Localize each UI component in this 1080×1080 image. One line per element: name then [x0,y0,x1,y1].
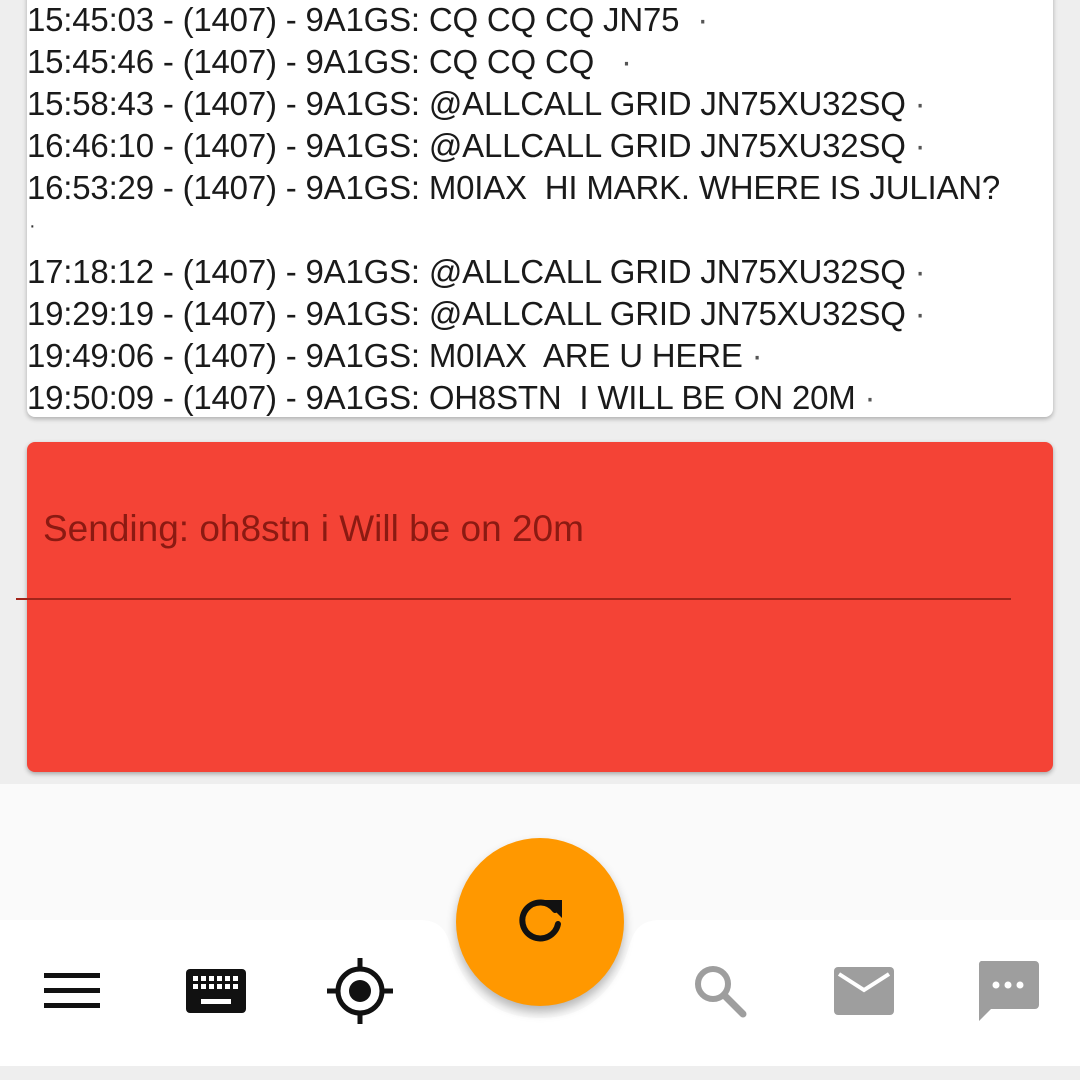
mail-icon [834,966,894,1020]
sending-card[interactable]: Sending: oh8stn i Will be on 20m [27,442,1053,772]
keyboard-button[interactable] [176,953,256,1033]
log-line: 15:45:46 - (1407) - 9A1GS: CQ CQ CQ · [27,43,632,80]
message-log[interactable]: 15:45:03 - (1407) - 9A1GS: CQ CQ CQ JN75… [27,0,1053,417]
app-screen: 15:45:03 - (1407) - 9A1GS: CQ CQ CQ JN75… [0,0,1080,1080]
chat-icon [977,960,1039,1026]
location-button[interactable] [320,953,400,1033]
chat-button[interactable] [968,953,1048,1033]
refresh-fab-button[interactable] [456,838,624,1006]
log-line: 17:18:12 - (1407) - 9A1GS: @ALLCALL GRID… [27,253,926,290]
sending-input-underline [16,598,1011,600]
log-line: 15:58:43 - (1407) - 9A1GS: @ALLCALL GRID… [27,85,926,122]
log-line: 15:45:03 - (1407) - 9A1GS: CQ CQ CQ JN75… [27,1,709,38]
log-line: 16:53:29 - (1407) - 9A1GS: M0IAX HI MARK… [27,169,1001,206]
log-line: 19:49:06 - (1407) - 9A1GS: M0IAX ARE U H… [27,337,763,374]
mail-button[interactable] [824,953,904,1033]
keyboard-icon [186,968,246,1018]
sending-status-text: Sending: oh8stn i Will be on 20m [43,508,584,549]
search-icon [691,962,749,1025]
search-button[interactable] [680,953,760,1033]
log-line: 16:46:10 - (1407) - 9A1GS: @ALLCALL GRID… [27,127,926,164]
log-line: 19:29:19 - (1407) - 9A1GS: @ALLCALL GRID… [27,295,926,332]
menu-icon [44,971,100,1016]
menu-button[interactable] [32,953,112,1033]
refresh-icon [514,894,566,951]
log-line: 19:50:09 - (1407) - 9A1GS: OH8STN I WILL… [27,379,876,416]
gps-location-icon [325,956,395,1031]
system-nav-strip [0,1066,1080,1080]
log-line-wrap-dot: · [29,215,36,237]
